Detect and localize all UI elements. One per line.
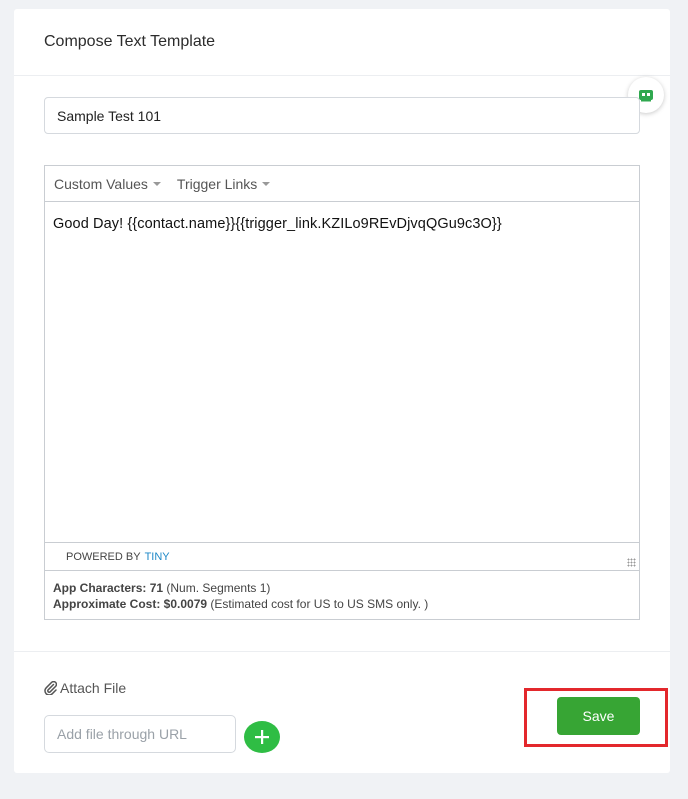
add-file-button[interactable] (244, 721, 280, 753)
card-header: Compose Text Template (14, 9, 670, 76)
template-name-input[interactable] (44, 97, 640, 134)
editor-statusbar: POWERED BY TINY (45, 542, 639, 570)
approximate-cost-line: Approximate Cost: $0.0079 (Estimated cos… (53, 596, 631, 612)
trigger-links-menu[interactable]: Trigger Links (176, 175, 271, 192)
attach-file-label: Attach File (44, 680, 126, 696)
custom-values-label: Custom Values (54, 175, 148, 192)
paperclip-icon (44, 681, 57, 695)
cost-note: (Estimated cost for US to US SMS only. ) (210, 597, 429, 611)
powered-by-label: POWERED BY (66, 550, 141, 563)
approximate-cost-value: Approximate Cost: $0.0079 (53, 597, 208, 611)
robot-icon (639, 90, 653, 102)
footer-divider (14, 651, 670, 652)
tiny-brand-link[interactable]: TINY (145, 551, 170, 563)
message-body-editor[interactable]: Good Day! {{contact.name}}{{trigger_link… (45, 202, 639, 542)
caret-down-icon (262, 182, 271, 186)
rich-text-editor: Custom Values Trigger Links Good Day! {{… (44, 165, 640, 571)
trigger-links-label: Trigger Links (176, 175, 258, 192)
caret-down-icon (152, 182, 161, 186)
attach-file-text: Attach File (60, 680, 127, 696)
segments-note: (Num. Segments 1) (166, 581, 271, 595)
save-button[interactable]: Save (557, 697, 640, 735)
app-characters-count: App Characters: 71 (53, 581, 164, 595)
app-characters-line: App Characters: 71 (Num. Segments 1) (53, 580, 631, 596)
message-stats: App Characters: 71 (Num. Segments 1) App… (44, 571, 640, 620)
page-title: Compose Text Template (44, 33, 216, 50)
plus-icon (255, 730, 269, 744)
resize-handle-icon[interactable] (627, 558, 636, 567)
file-url-input[interactable] (44, 715, 236, 753)
custom-values-menu[interactable]: Custom Values (54, 176, 161, 192)
editor-toolbar: Custom Values Trigger Links (45, 166, 639, 202)
